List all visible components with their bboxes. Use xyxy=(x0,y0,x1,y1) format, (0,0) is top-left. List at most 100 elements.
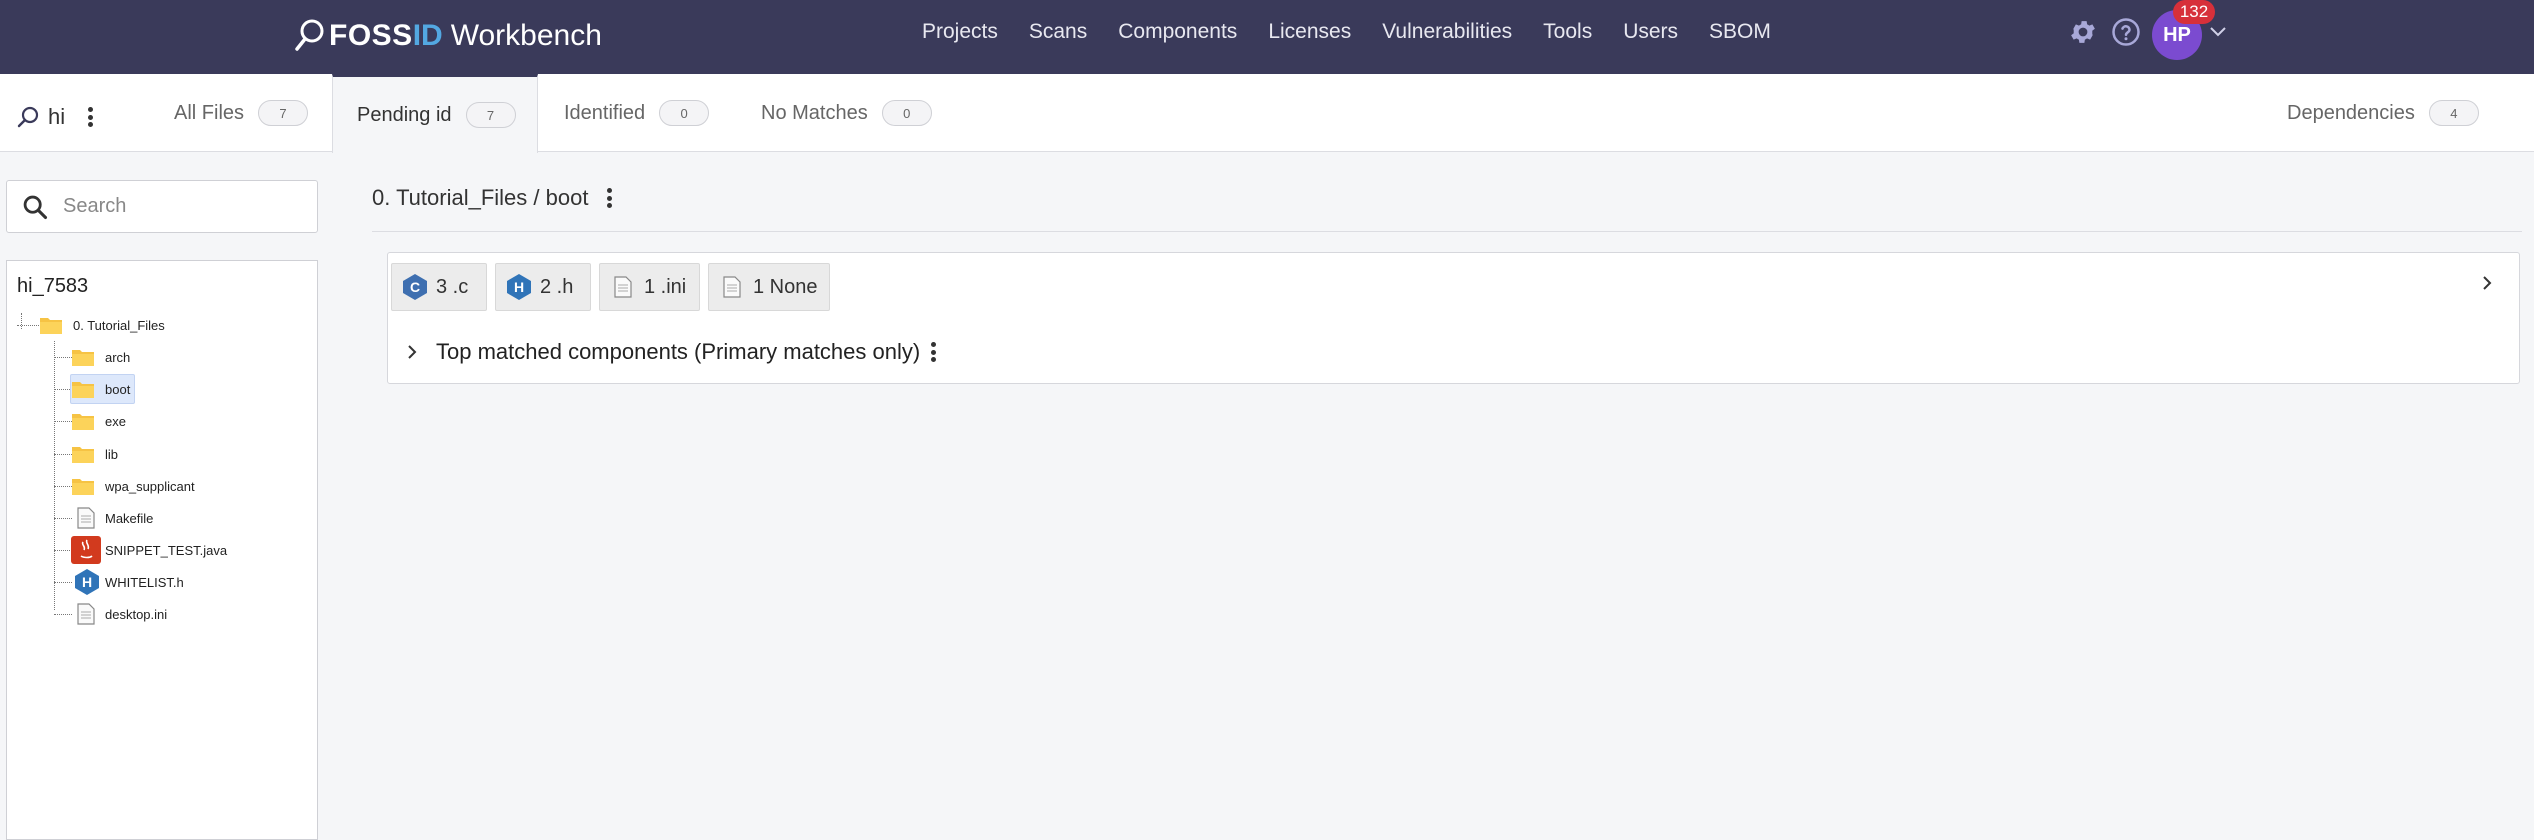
magnifier-logo-icon xyxy=(295,19,324,51)
extension-chip-c[interactable]: C 3 .c xyxy=(391,263,487,311)
chevron-right-icon[interactable] xyxy=(2477,271,2497,295)
tab-label: No Matches xyxy=(761,101,868,124)
chevron-right-icon[interactable] xyxy=(402,340,422,364)
tree-folder-wpa-supplicant[interactable]: wpa_supplicant xyxy=(71,472,195,500)
tree-item-label: boot xyxy=(105,381,131,397)
top-navbar: FOSS ID Workbench Projects Scans Component… xyxy=(0,0,2534,74)
logo-workbench: Workbench xyxy=(450,19,602,52)
nav-licenses[interactable]: Licenses xyxy=(1268,20,1351,44)
folder-icon xyxy=(40,318,62,334)
tree-folder-tutorial-files[interactable]: 0. Tutorial_Files xyxy=(39,311,165,339)
h-file-icon: H xyxy=(506,273,532,301)
tree-root-label: hi_7583 xyxy=(17,275,89,297)
tab-dependencies[interactable]: Dependencies 4 xyxy=(2287,74,2479,152)
nav-projects[interactable]: Projects xyxy=(922,20,998,44)
file-search-box xyxy=(6,180,318,233)
scan-name: hi xyxy=(48,104,66,129)
folder-icon xyxy=(72,447,94,463)
file-icon xyxy=(77,603,95,625)
tree-folder-lib[interactable]: lib xyxy=(71,440,118,468)
tree-item-label: 0. Tutorial_Files xyxy=(73,317,165,333)
tree-connector xyxy=(54,421,72,422)
notification-badge[interactable]: 132 xyxy=(2173,0,2215,24)
logo-fos: FOSS xyxy=(329,19,413,52)
chevron-down-icon[interactable] xyxy=(2208,24,2228,40)
tree-file-makefile[interactable]: Makefile xyxy=(77,504,153,532)
java-file-icon xyxy=(71,536,101,564)
tab-count-badge: 7 xyxy=(258,100,309,126)
help-icon[interactable] xyxy=(2111,17,2141,47)
extension-count: 1 .ini xyxy=(644,275,687,298)
tree-item-label: arch xyxy=(105,349,131,365)
scan-menu-icon[interactable] xyxy=(87,107,93,127)
gear-icon[interactable] xyxy=(2068,17,2098,47)
file-icon xyxy=(77,507,95,529)
nav-vulnerabilities[interactable]: Vulnerabilities xyxy=(1382,20,1512,44)
tree-connector xyxy=(54,614,72,615)
extension-chip-h[interactable]: H 2 .h xyxy=(495,263,591,311)
extension-count: 2 .h xyxy=(540,275,574,298)
tree-connector xyxy=(54,486,72,487)
tab-no-matches[interactable]: No Matches 0 xyxy=(761,74,932,152)
tree-connector xyxy=(54,518,72,519)
extension-chip-ini[interactable]: 1 .ini xyxy=(599,263,700,311)
generic-file-icon xyxy=(610,273,636,301)
tree-file-snippet-test-java[interactable]: SNIPPET_TEST.java xyxy=(71,536,227,564)
top-matched-components-toggle[interactable]: Top matched components (Primary matches … xyxy=(402,339,936,365)
nav-tools[interactable]: Tools xyxy=(1543,20,1592,44)
tree-connector xyxy=(54,357,72,358)
folder-menu-icon[interactable] xyxy=(606,188,612,208)
nav-scans[interactable]: Scans xyxy=(1029,20,1087,44)
tab-label: All Files xyxy=(174,101,245,124)
tab-label: Identified xyxy=(564,101,646,124)
tree-connector xyxy=(54,582,72,583)
tree-item-label: desktop.ini xyxy=(105,606,168,622)
extension-count: 1 None xyxy=(753,275,818,298)
search-input[interactable] xyxy=(61,194,305,219)
tab-label: Dependencies xyxy=(2287,101,2415,124)
folder-icon xyxy=(72,479,94,495)
folder-breadcrumb: 0. Tutorial_Files / boot xyxy=(372,185,612,211)
extension-chip-none[interactable]: 1 None xyxy=(708,263,830,311)
tab-count-badge: 0 xyxy=(659,100,710,126)
scan-selector[interactable]: hi xyxy=(16,104,93,130)
tree-item-label: WHITELIST.h xyxy=(105,574,184,590)
main-nav: Projects Scans Components Licenses Vulne… xyxy=(922,0,1802,64)
tree-file-desktop-ini[interactable]: desktop.ini xyxy=(77,600,167,628)
tree-folder-boot[interactable]: boot xyxy=(70,374,136,404)
folder-summary-card: C 3 .c H 2 .h 1 .ini 1 None Top matched … xyxy=(387,252,2520,384)
search-icon xyxy=(23,195,48,219)
nav-components[interactable]: Components xyxy=(1118,20,1237,44)
nav-users[interactable]: Users xyxy=(1623,20,1678,44)
tree-connector xyxy=(54,454,72,455)
tree-connector xyxy=(21,313,22,329)
svg-text:H: H xyxy=(82,574,92,590)
tab-count-badge: 0 xyxy=(881,100,932,126)
tree-connector xyxy=(54,550,72,551)
tree-item-label: exe xyxy=(105,413,126,429)
extension-count: 3 .c xyxy=(436,275,469,298)
tree-folder-arch[interactable]: arch xyxy=(71,343,130,371)
tab-count-badge: 7 xyxy=(465,102,516,128)
h-file-icon: H xyxy=(75,569,99,595)
tab-pending-id[interactable]: Pending id 7 xyxy=(332,74,538,153)
tree-folder-exe[interactable]: exe xyxy=(71,407,126,435)
top-matched-menu-icon[interactable] xyxy=(930,342,936,362)
tab-identified[interactable]: Identified 0 xyxy=(564,74,710,152)
generic-file-icon xyxy=(719,273,745,301)
tree-file-whitelist-h[interactable]: H WHITELIST.h xyxy=(73,568,184,596)
tree-item-label: lib xyxy=(105,446,119,462)
c-file-icon: C xyxy=(402,273,428,301)
tree-connector xyxy=(54,341,55,610)
tree-item-label: Makefile xyxy=(105,510,154,526)
tab-all-files[interactable]: All Files 7 xyxy=(174,74,309,152)
top-icons xyxy=(2068,0,2141,64)
folder-icon xyxy=(72,382,94,398)
logo-id: ID xyxy=(412,19,443,52)
tab-label: Pending id xyxy=(357,103,452,126)
fossid-logo[interactable]: FOSS ID Workbench xyxy=(293,12,602,60)
svg-text:H: H xyxy=(514,279,524,295)
file-tree-panel: hi_7583 0. Tutorial_Files arch boot exe … xyxy=(6,260,318,840)
divider xyxy=(372,231,2522,232)
nav-sbom[interactable]: SBOM xyxy=(1709,20,1771,44)
